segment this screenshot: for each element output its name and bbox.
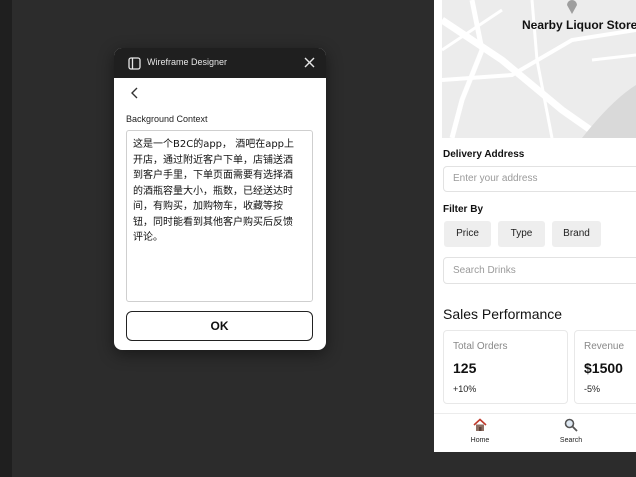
stat-change: +10% bbox=[453, 384, 477, 394]
dialog-titlebar[interactable]: Wireframe Designer bbox=[114, 48, 326, 78]
filter-chip-brand[interactable]: Brand bbox=[552, 221, 601, 247]
stat-value: $1500 bbox=[584, 360, 623, 376]
filter-label: Filter By bbox=[443, 204, 484, 215]
stat-change: -5% bbox=[584, 384, 601, 394]
stat-value: 125 bbox=[453, 360, 477, 376]
nav-label: Search bbox=[559, 437, 583, 444]
filter-chip-price[interactable]: Price bbox=[444, 221, 491, 247]
background-context-label: Background Context bbox=[126, 114, 208, 124]
left-rail bbox=[0, 0, 12, 477]
stat-card-total-orders: Total Orders 125 +10% bbox=[443, 330, 568, 404]
background-context-textarea[interactable]: 这是一个B2C的app， 酒吧在app上 开店，通过附近客户下单，店铺送酒 到客… bbox=[126, 130, 313, 302]
stat-label: Total Orders bbox=[453, 341, 508, 352]
nav-divider bbox=[434, 413, 636, 414]
stat-card-revenue: Revenue $1500 -5% bbox=[574, 330, 636, 404]
chevron-left-icon[interactable] bbox=[128, 86, 142, 100]
nav-label: Home bbox=[470, 437, 490, 444]
nav-item-home[interactable]: Home bbox=[455, 418, 505, 444]
nav-item-search[interactable]: Search bbox=[546, 418, 596, 444]
stat-label: Revenue bbox=[584, 341, 625, 352]
close-icon[interactable] bbox=[303, 56, 316, 69]
dialog-title: Wireframe Designer bbox=[147, 57, 228, 67]
map-pin-icon bbox=[567, 0, 577, 14]
map-view[interactable]: Nearby Liquor Stores bbox=[442, 0, 636, 138]
wireframe-designer-dialog: Wireframe Designer Background Context 这是… bbox=[114, 48, 326, 350]
filter-chip-type[interactable]: Type bbox=[498, 221, 545, 247]
notebook-icon bbox=[128, 57, 141, 70]
delivery-address-input[interactable]: Enter your address bbox=[443, 166, 636, 192]
home-icon bbox=[473, 418, 487, 431]
map-title: Nearby Liquor Stores bbox=[522, 18, 636, 32]
sales-performance-title: Sales Performance bbox=[443, 306, 563, 322]
phone-preview: Nearby Liquor Stores Delivery Address En… bbox=[434, 0, 636, 452]
search-icon bbox=[564, 418, 578, 432]
search-drinks-input[interactable]: Search Drinks bbox=[443, 257, 636, 284]
delivery-address-label: Delivery Address bbox=[443, 149, 525, 160]
ok-button[interactable]: OK bbox=[126, 311, 313, 341]
